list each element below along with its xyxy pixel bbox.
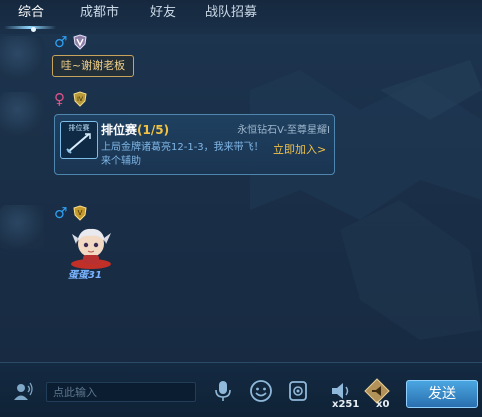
horn-count: x0 <box>376 399 390 410</box>
party-count: (1/5) <box>137 123 170 137</box>
speaker-count: x251 <box>332 399 360 410</box>
rank-badge-v-icon: V <box>73 205 87 221</box>
tab-city[interactable]: 成都市 <box>80 0 119 30</box>
tab-team-recruit[interactable]: 战队招募 <box>205 0 257 30</box>
gift-box-icon[interactable] <box>285 378 311 404</box>
male-icon: ♂ <box>54 33 68 51</box>
join-now-link[interactable]: 立即加入> <box>273 141 326 157</box>
tab-friends[interactable]: 好友 <box>150 0 176 30</box>
voice-mode-icon[interactable] <box>12 380 34 402</box>
active-tab-indicator <box>4 26 56 29</box>
male-icon: ♂ <box>54 204 68 222</box>
ranked-invite-card[interactable]: 排位赛 排位赛(1/5) 永恒钻石V-至尊星耀I 上局金牌诸葛亮12-1-3，我… <box>54 114 335 175</box>
ranked-mode-icon: 排位赛 <box>60 121 98 159</box>
hero-sticker-image <box>71 228 111 269</box>
avatar[interactable] <box>0 36 44 80</box>
channel-tab-bar: 综合 成都市 好友 战队招募 <box>0 0 482 34</box>
avatar[interactable] <box>0 205 44 249</box>
card-title: 排位赛(1/5) <box>101 123 170 137</box>
avatar[interactable] <box>0 92 44 136</box>
female-icon: ♀ <box>54 90 65 108</box>
emoji-icon[interactable] <box>248 378 274 404</box>
svg-text:IV: IV <box>77 96 84 103</box>
rank-range: 永恒钻石V-至尊星耀I <box>237 125 330 136</box>
send-button[interactable]: 发送 <box>406 380 478 408</box>
sticker-caption: 蛋蛋31 <box>68 270 102 281</box>
rank-badge-icon <box>73 34 87 50</box>
svg-text:V: V <box>78 209 83 217</box>
card-description: 上局金牌诸葛亮12-1-3，我来带飞！ 来个辅助 <box>101 142 264 167</box>
microphone-icon[interactable] <box>210 378 236 404</box>
message-input[interactable]: 点此输入 <box>46 382 196 402</box>
chat-bubble: 哇~谢谢老板 <box>52 55 134 77</box>
active-tab-dot <box>31 27 36 32</box>
sword-icon <box>66 133 91 154</box>
rank-badge-iv-icon: IV <box>73 91 87 107</box>
